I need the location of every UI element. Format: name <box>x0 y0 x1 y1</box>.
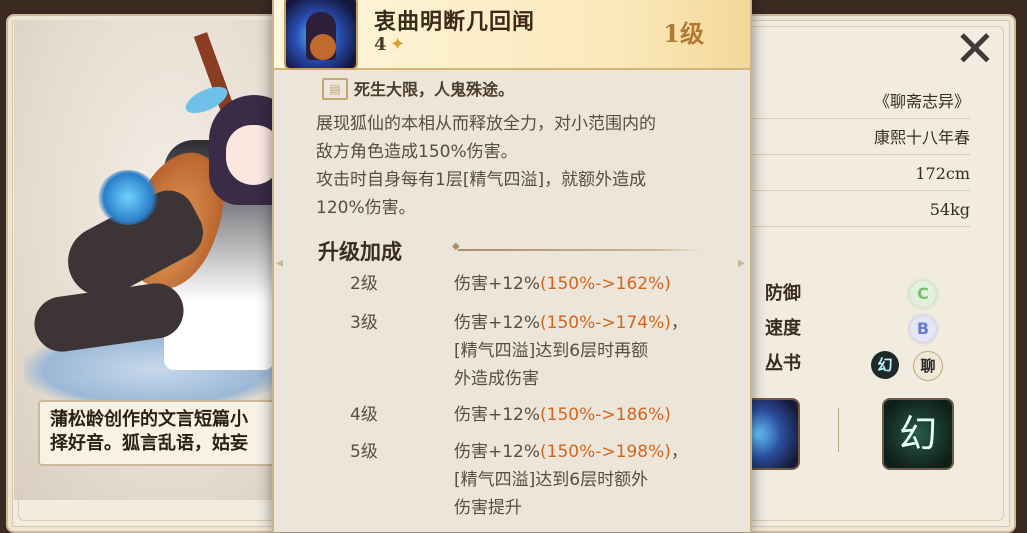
upgrade-change: (150%->174%) <box>540 313 671 333</box>
grade-badge: C <box>910 281 936 307</box>
upgrade-change: (150%->198%) <box>540 442 671 462</box>
series-icon[interactable]: 幻 <box>871 351 899 379</box>
skill-quote: 死生大限，人鬼殊途。 <box>354 80 515 99</box>
skill-header: 衷曲明断几回闻 4 ✦ 1级 <box>274 0 750 70</box>
upgrade-level: 5级 <box>350 442 378 462</box>
upgrade-extra: 伤害提升 <box>454 498 522 518</box>
upgrade-prefix: 伤害+12% <box>454 405 541 425</box>
close-icon[interactable]: ✕ <box>950 24 1000 74</box>
upgrade-level: 4级 <box>350 405 378 425</box>
info-weight: 54kg <box>750 194 970 227</box>
upgrade-extra: [精气四溢]达到6层时再额 <box>454 341 649 361</box>
book-icon: ▤ <box>322 78 348 100</box>
skill-tooltip: 衷曲明断几回闻 4 ✦ 1级 ▤ 死生大限，人鬼殊途。 展现狐仙的本相从而释放全… <box>272 0 752 532</box>
skill-icon[interactable]: 幻 <box>882 398 954 470</box>
skill-description: 展现狐仙的本相从而释放全力，对小范围内的 敌方角色造成150%伤害。 攻击时自身… <box>316 110 726 222</box>
description-line: 攻击时自身每有1层[精气四溢]，就额外造成 <box>316 170 647 190</box>
upgrade-level: 3级 <box>350 313 378 333</box>
stat-speed: 速度 B <box>765 314 965 344</box>
upgrade-change: (150%->162%) <box>540 274 671 294</box>
description-line: 120%伤害。 <box>316 198 416 218</box>
stat-label: 丛书 <box>765 353 801 374</box>
divider <box>838 408 839 452</box>
chevron-right-icon: ▸ <box>738 255 746 271</box>
grade-badge: B <box>910 316 936 342</box>
stat-defense: 防御 C <box>765 279 965 309</box>
skill-cost: 4 <box>374 34 387 55</box>
upgrade-text: 伤害+12%(150%->198%)， [精气四溢]达到6层时额外 伤害提升 <box>454 438 714 522</box>
upgrade-suffix: ， <box>670 313 688 333</box>
upgrade-prefix: 伤害+12% <box>454 313 541 333</box>
upgrade-level: 2级 <box>350 274 378 294</box>
description-line: 展现狐仙的本相从而释放全力，对小范围内的 <box>316 114 656 134</box>
blue-flame <box>98 170 158 225</box>
stat-label: 速度 <box>765 318 801 339</box>
stat-series: 丛书 幻 聊 <box>765 349 965 381</box>
skill-name: 衷曲明断几回闻 <box>374 9 536 35</box>
info-source: 《聊斋志异》 <box>750 86 970 119</box>
series-icon[interactable]: 聊 <box>913 351 943 381</box>
pipa-shape <box>310 34 336 60</box>
info-date: 康熙十八年春 <box>750 122 970 155</box>
upgrade-extra: [精气四溢]达到6层时额外 <box>454 470 649 490</box>
upgrade-change: (150%->186%) <box>540 405 671 425</box>
description-line: 蒲松龄创作的文言短篇小 <box>50 409 248 430</box>
upgrade-prefix: 伤害+12% <box>454 274 541 294</box>
title-divider <box>452 241 704 252</box>
skill-icon <box>284 0 358 70</box>
upgrade-suffix: ， <box>670 442 688 462</box>
upgrade-text: 伤害+12%(150%->174%)， [精气四溢]达到6层时再额 外造成伤害 <box>454 309 714 393</box>
upgrade-text: 伤害+12%(150%->186%) <box>454 401 714 429</box>
stat-label: 防御 <box>765 283 801 304</box>
upgrade-prefix: 伤害+12% <box>454 442 541 462</box>
character-face <box>226 125 274 185</box>
character-description: 蒲松龄创作的文言短篇小 择好音。狐言乱语，姑妄 <box>38 400 288 466</box>
skill-level: 1级 <box>663 19 704 48</box>
description-line: 敌方角色造成150%伤害。 <box>316 142 518 162</box>
upgrade-title: 升级加成 <box>318 239 402 264</box>
info-height: 172cm <box>750 158 970 191</box>
description-line: 择好音。狐言乱语，姑妄 <box>50 433 248 454</box>
upgrade-text: 伤害+12%(150%->162%) <box>454 270 714 298</box>
energy-icon: ✦ <box>390 34 406 55</box>
chevron-left-icon: ◂ <box>276 255 284 271</box>
upgrade-extra: 外造成伤害 <box>454 369 539 389</box>
